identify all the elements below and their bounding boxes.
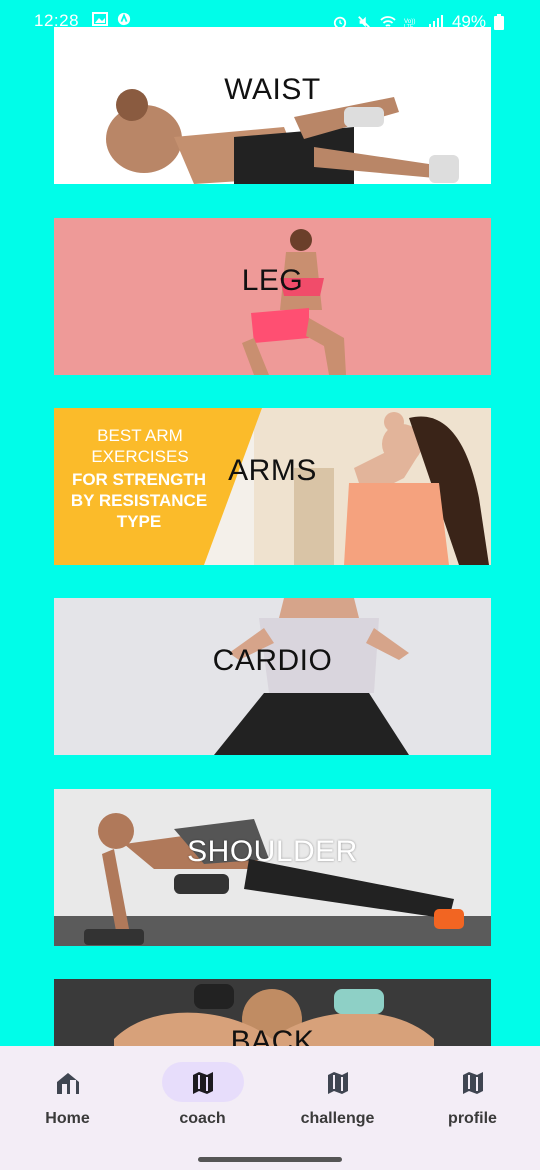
category-label: CARDIO xyxy=(212,644,333,677)
volte-icon: Vo))LTE xyxy=(404,18,415,29)
map-icon xyxy=(463,1072,483,1094)
category-card-cardio[interactable]: CARDIO xyxy=(54,598,491,755)
battery-percent: 49% xyxy=(451,12,486,31)
category-card-back[interactable]: BACK xyxy=(54,979,491,1046)
app-notification-icon xyxy=(117,12,131,26)
category-card-shoulder[interactable]: SHOULDER xyxy=(54,789,491,946)
category-list: WAIST LEG BEST ARM EXERCISES FOR STRENGT… xyxy=(0,0,540,1046)
status-time: 12:28 xyxy=(34,11,80,30)
nav-label: challenge xyxy=(300,1110,375,1127)
battery-icon xyxy=(494,14,504,30)
category-card-leg[interactable]: LEG xyxy=(54,218,491,375)
nav-item-challenge[interactable]: challenge xyxy=(270,1046,405,1146)
signal-icon xyxy=(428,15,443,28)
svg-text:LTE: LTE xyxy=(404,24,414,29)
category-label: WAIST xyxy=(224,73,321,106)
nav-label: Home xyxy=(45,1110,90,1127)
nav-item-home[interactable]: Home xyxy=(0,1046,135,1146)
wifi-icon xyxy=(380,16,396,27)
category-label: LEG xyxy=(241,264,304,297)
bottom-navigation: Home coach challenge profile xyxy=(0,1046,540,1170)
category-label: SHOULDER xyxy=(187,835,358,868)
nav-item-profile[interactable]: profile xyxy=(405,1046,540,1146)
category-label: BACK xyxy=(230,1025,315,1046)
category-card-arms[interactable]: BEST ARM EXERCISES FOR STRENGTH BY RESIS… xyxy=(54,408,491,565)
mute-icon xyxy=(358,16,370,28)
home-icon xyxy=(57,1073,79,1094)
gallery-icon xyxy=(92,12,108,26)
nav-item-coach[interactable]: coach xyxy=(135,1046,270,1146)
map-icon xyxy=(193,1072,213,1094)
nav-label: profile xyxy=(448,1110,497,1127)
alarm-icon xyxy=(333,16,347,29)
category-card-waist[interactable]: WAIST xyxy=(54,27,491,184)
status-bar: 12:28 Vo)) LTE 49% xyxy=(0,0,540,40)
category-label: ARMS xyxy=(228,454,317,487)
gesture-home-bar[interactable] xyxy=(198,1157,342,1162)
map-icon xyxy=(328,1072,348,1094)
nav-label: coach xyxy=(179,1110,226,1127)
